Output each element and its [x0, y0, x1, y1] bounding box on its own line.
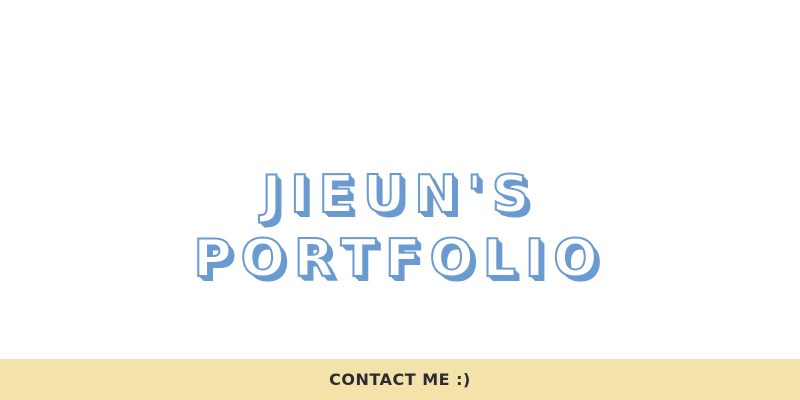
portfolio-page: JIEUN'S PORTFOLIO CONTACT ME :)	[0, 0, 800, 400]
hero-title-line-1: JIEUN'S	[261, 164, 539, 226]
footer-bar: CONTACT ME :)	[0, 359, 800, 400]
hero-title: JIEUN'S PORTFOLIO	[0, 163, 800, 291]
hero-title-line-2: PORTFOLIO	[193, 228, 607, 290]
contact-me-link[interactable]: CONTACT ME :)	[329, 370, 471, 389]
